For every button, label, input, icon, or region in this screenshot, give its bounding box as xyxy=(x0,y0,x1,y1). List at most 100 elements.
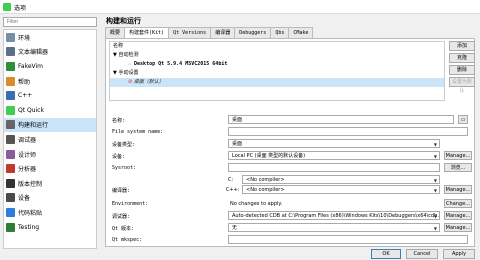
make-default-button[interactable]: 设置为默认 xyxy=(449,77,475,94)
compiler-label: 编译器: xyxy=(112,188,131,194)
version-control-icon xyxy=(6,178,15,188)
name-row: 名称: 桌面 ▭ xyxy=(110,115,474,125)
tab[interactable]: Qt Versions xyxy=(168,27,212,38)
c-compiler-select[interactable]: <No compiler> xyxy=(242,175,440,184)
fs-name-field[interactable] xyxy=(228,127,468,136)
nav-item[interactable]: 帮助 xyxy=(4,74,96,89)
nav-item[interactable]: 文本编辑器 xyxy=(4,45,96,60)
help-icon xyxy=(6,76,15,86)
mkspec-field[interactable] xyxy=(228,235,468,244)
nav-item-label: FakeVim xyxy=(18,62,44,70)
qt-creator-icon xyxy=(3,3,11,11)
tree-group-manual[interactable]: ▼ 手动设置 xyxy=(110,69,444,78)
tab[interactable]: Qbs xyxy=(270,27,290,38)
nav-item[interactable]: FakeVim xyxy=(4,59,96,74)
monitor-icon: ▭ xyxy=(460,117,466,123)
name-label: 名称: xyxy=(112,118,126,124)
left-panel: 环境文本编辑器 FakeVim 帮助 C++ Qt Quick 构建和运行调试器设计师分析… xyxy=(0,15,100,249)
name-field[interactable]: 桌面 xyxy=(228,115,454,124)
mkspec-row: Qt mkspec: xyxy=(110,235,474,245)
nav-item[interactable]: 设备 xyxy=(4,191,96,206)
device-manage-button[interactable]: Manage... xyxy=(444,151,472,160)
nav-item[interactable]: Testing xyxy=(4,220,96,235)
tab[interactable]: Debuggers xyxy=(234,27,272,38)
sysroot-label: Sysroot: xyxy=(112,165,137,171)
nav-item[interactable]: 调试器 xyxy=(4,132,96,147)
device-row: 设备: Local PC (桌面 类型的默认设备) Manage... xyxy=(110,151,474,161)
nav-item[interactable]: 构建和运行 xyxy=(4,117,96,133)
add-button[interactable]: 添加 xyxy=(449,41,475,51)
nav-item[interactable]: 环境 xyxy=(4,30,96,45)
nav-item[interactable]: Qt Quick xyxy=(4,103,96,118)
fakevim-icon xyxy=(6,61,15,71)
filter-input[interactable] xyxy=(3,17,97,27)
devices-icon xyxy=(6,193,15,203)
environment-icon xyxy=(6,32,15,42)
apply-button[interactable]: Apply xyxy=(443,249,475,259)
cpp-icon xyxy=(6,91,15,101)
window-title: 选项 xyxy=(14,5,27,12)
device-label: 设备: xyxy=(112,154,126,160)
analyzer-icon xyxy=(6,164,15,174)
device-type-select[interactable]: 桌面 xyxy=(228,139,440,148)
ok-button[interactable]: OK xyxy=(371,249,401,259)
debugger-label: 调试器: xyxy=(112,214,131,220)
fs-name-row: File system name: xyxy=(110,127,474,137)
debugger-manage-button[interactable]: Manage... xyxy=(444,211,472,220)
qt-version-label: Qt 版本: xyxy=(112,226,135,232)
cpp-label: C++: xyxy=(226,187,240,193)
nav-item[interactable]: 代码粘贴 xyxy=(4,205,96,220)
qt-version-select[interactable]: 无 xyxy=(228,223,440,232)
debugger-row: 调试器: Auto-detected CDB at C:\Program Fil… xyxy=(110,211,474,221)
c-label: C: xyxy=(228,177,234,183)
tree-kit-desktop-default[interactable]: ⊘ 桌面（默认） xyxy=(110,78,444,87)
nav-item[interactable]: C++ xyxy=(4,88,96,103)
qt-quick-icon xyxy=(6,105,15,115)
cancel-button[interactable]: Cancel xyxy=(406,249,438,259)
tab[interactable]: 编译器 xyxy=(210,27,236,38)
kits-tree[interactable]: 名称 ▼ 自动检测 ⚠ Desktop Qt 5.9.4 MSVC2015 64… xyxy=(109,41,445,101)
text-editor-icon xyxy=(6,47,15,57)
tab-bar: 概要 构建套件(Kit) Qt Versions 编译器 Debuggers Qbs CMa… xyxy=(105,27,314,38)
environment-value: No changes to apply. xyxy=(230,201,283,207)
sysroot-field[interactable] xyxy=(228,163,440,172)
device-type-row: 设备类型: 桌面 xyxy=(110,139,474,149)
nav-item[interactable]: 分析器 xyxy=(4,161,96,176)
clone-button[interactable]: 克隆 xyxy=(449,53,475,63)
debugger-select[interactable]: Auto-detected CDB at C:\Program Files (x… xyxy=(228,211,440,220)
tree-group-auto[interactable]: ▼ 自动检测 xyxy=(110,51,444,60)
nav-item[interactable]: 设计师 xyxy=(4,147,96,162)
compiler-cpp-row: 编译器: C++: <No compiler> Manage... xyxy=(110,185,474,195)
browse-button[interactable]: 浏览... xyxy=(444,163,472,172)
qt-manage-button[interactable]: Manage... xyxy=(444,223,472,232)
designer-icon xyxy=(6,149,15,159)
code-paste-icon xyxy=(6,207,15,217)
mkspec-label: Qt mkspec: xyxy=(112,237,143,243)
tab[interactable]: CMake xyxy=(288,27,314,38)
nav-item-label: 分析器 xyxy=(18,166,37,174)
kit-icon-button[interactable]: ▭ xyxy=(458,115,468,124)
qt-version-row: Qt 版本: 无 Manage... xyxy=(110,223,474,233)
nav-item-label: 调试器 xyxy=(18,136,37,144)
remove-button[interactable]: 删除 xyxy=(449,65,475,75)
nav-item-label: 环境 xyxy=(18,34,31,42)
tree-kit-desktop-qt[interactable]: ⚠ Desktop Qt 5.9.4 MSVC2015 64bit xyxy=(110,60,444,69)
change-button[interactable]: Change... xyxy=(444,199,472,208)
tree-header: 名称 xyxy=(113,43,124,49)
nav-item[interactable]: 版本控制 xyxy=(4,176,96,191)
nav-item-label: 版本控制 xyxy=(18,180,43,188)
title-bar: 选项 xyxy=(0,0,480,14)
page-title: 构建和运行 xyxy=(106,17,141,25)
nav-item-label: 设计师 xyxy=(18,151,37,159)
testing-icon xyxy=(6,222,15,232)
nav-item-label: 文本编辑器 xyxy=(18,49,49,57)
tab[interactable]: 概要 xyxy=(105,27,126,38)
sysroot-row: Sysroot: 浏览... xyxy=(110,163,474,173)
nav-item-label: 代码粘贴 xyxy=(18,209,43,217)
device-select[interactable]: Local PC (桌面 类型的默认设备) xyxy=(228,151,440,160)
nav-item-label: C++ xyxy=(18,92,33,100)
cpp-compiler-select[interactable]: <No compiler> xyxy=(242,185,440,194)
compiler-manage-button[interactable]: Manage... xyxy=(444,185,472,194)
nav-item-label: Qt Quick xyxy=(18,106,44,114)
tab[interactable]: 构建套件(Kit) xyxy=(124,27,170,38)
